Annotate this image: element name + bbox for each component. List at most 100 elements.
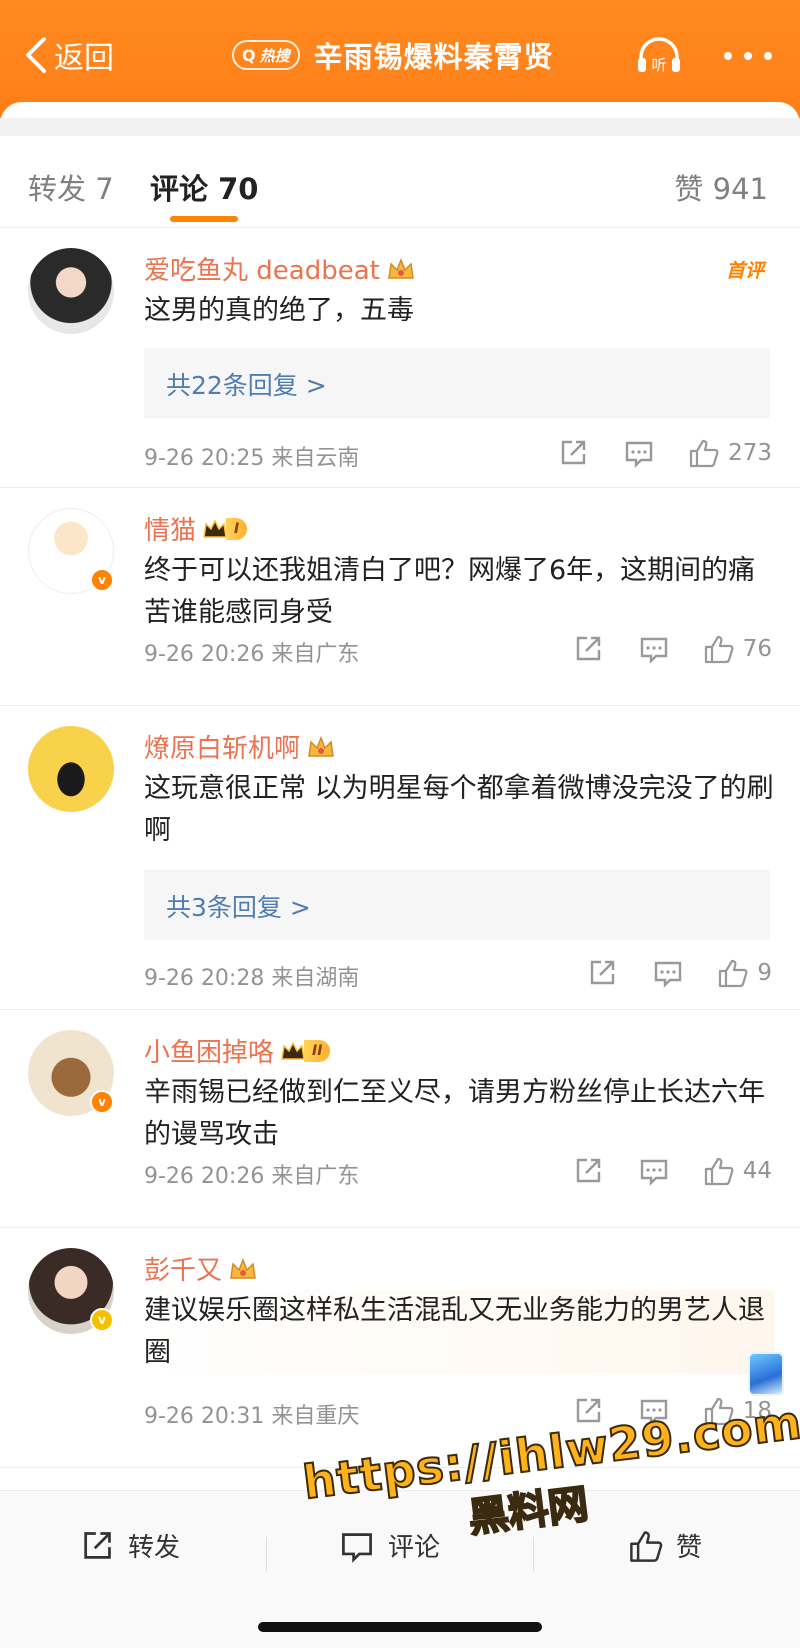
comment-meta: 9-26 20:26 来自广东 (144, 636, 359, 668)
crown-icon (230, 1257, 256, 1279)
crown-icon (203, 518, 227, 538)
comment-meta: 9-26 20:26 来自广东 (144, 1158, 359, 1190)
comment-time: 9-26 20:31 (144, 1404, 265, 1429)
crown-icon (387, 257, 414, 279)
home-indicator[interactable] (258, 1622, 542, 1632)
comment-icon (640, 637, 667, 664)
comment-text: 辛雨锡已经做到仁至义尽，请男方粉丝停止长达六年的谩骂攻击 (144, 1077, 765, 1150)
like-count: 44 (742, 1158, 772, 1184)
comment-item: 燎原白斩机啊 这玩意很正常 以为明星每个都拿着微博没完没了的刷啊 共3条回复 >… (0, 706, 800, 1010)
like-count: 76 (742, 636, 772, 662)
share-button[interactable] (573, 1156, 603, 1186)
username[interactable]: 爱吃鱼丸 deadbeat (144, 250, 416, 287)
comment-item: v 情猫 I 终于可以还我姐清白了吧？网爆了6年，这期间的痛苦谁能感同身受 9-… (0, 488, 800, 706)
avatar[interactable] (28, 726, 114, 812)
comment-time: 9-26 20:28 (144, 966, 265, 991)
like-button[interactable]: 9 (717, 958, 772, 988)
member-level-badge: I (202, 516, 248, 542)
thumbs-up-icon (704, 635, 734, 664)
search-icon: Q (242, 45, 256, 65)
comment-icon (640, 1159, 667, 1186)
like-button[interactable]: 76 (703, 634, 772, 664)
first-comment-tag: 首评 (725, 260, 764, 282)
share-icon (576, 1158, 600, 1183)
member-level-badge: II (280, 1038, 331, 1064)
username[interactable]: 情猫 I (144, 510, 248, 547)
bottom-like-label: 赞 (676, 1533, 703, 1563)
tab-comments[interactable]: 评论 70 (150, 166, 258, 208)
member-level: II (304, 1039, 331, 1062)
comment-item: v 小鱼困掉咯 II 辛雨锡已经做到仁至义尽，请男方粉丝停止长达六年的谩骂攻击 … (0, 1010, 800, 1228)
like-button[interactable]: 44 (703, 1156, 772, 1186)
comment-icon (655, 961, 682, 988)
tab-repost[interactable]: 转发 7 (28, 166, 114, 208)
floating-widget[interactable] (748, 1352, 784, 1396)
replies-box[interactable]: 共22条回复 > (144, 348, 770, 418)
comment-text: 这玩意很正常 以为明星每个都拿着微博没完没了的刷啊 (144, 773, 774, 846)
comment-meta: 9-26 20:25 来自云南 (144, 440, 359, 472)
back-label: 返回 (54, 41, 114, 76)
comment-location: 来自广东 (271, 1164, 360, 1189)
bottom-repost-button[interactable]: 转发 (80, 1527, 180, 1564)
headphones-icon: 听 (638, 37, 680, 74)
replies-box[interactable]: 共3条回复 > (144, 870, 770, 940)
more-dot (764, 52, 772, 60)
comment-meta: 9-26 20:31 来自重庆 (144, 1398, 359, 1430)
username[interactable]: 小鱼困掉咯 II (144, 1032, 331, 1069)
comment-actions: 44 (573, 1154, 772, 1188)
replies-link[interactable]: 共3条回复 > (166, 888, 311, 924)
card-divider (0, 118, 800, 136)
share-icon (591, 960, 615, 985)
reply-button[interactable] (624, 438, 654, 468)
verified-icon: v (90, 1090, 114, 1114)
thumbs-up-icon (689, 439, 719, 468)
comment-location: 来自云南 (271, 446, 360, 471)
title-area: Q 热搜 辛雨锡爆料秦霄贤 (232, 32, 554, 78)
comment-time: 9-26 20:26 (144, 1164, 265, 1189)
username-text: 情猫 (144, 516, 197, 546)
verified-icon: v (90, 1308, 114, 1332)
thumbs-up-icon (630, 1530, 663, 1562)
reply-button[interactable] (639, 634, 669, 664)
avatar[interactable] (28, 248, 114, 334)
like-count: 273 (728, 440, 772, 466)
back-button[interactable]: 返回 (22, 32, 114, 78)
more-button[interactable] (720, 36, 776, 76)
share-icon (84, 1531, 111, 1559)
more-dot (724, 52, 732, 60)
comment-location: 来自广东 (271, 642, 360, 667)
username[interactable]: 燎原白斩机啊 (144, 728, 336, 765)
comment-location: 来自重庆 (271, 1404, 360, 1429)
svg-text:听: 听 (651, 56, 666, 74)
username-text: 爱吃鱼丸 deadbeat (144, 256, 380, 286)
share-button[interactable] (573, 634, 603, 664)
comment-time: 9-26 20:25 (144, 446, 265, 471)
replies-link[interactable]: 共22条回复 > (166, 366, 327, 402)
verified-icon: v (90, 568, 114, 592)
divider (533, 1537, 534, 1571)
hot-search-badge[interactable]: Q 热搜 (232, 40, 300, 70)
back-chevron-icon (26, 37, 46, 73)
comment-actions: 9 (587, 956, 772, 990)
active-tab-indicator (170, 216, 238, 222)
comment-tabs: 转发 7 评论 70 赞 941 (0, 148, 800, 228)
hot-badge-label: 热搜 (259, 46, 290, 65)
reply-button[interactable] (639, 1156, 669, 1186)
share-button[interactable] (558, 438, 588, 468)
reply-button[interactable] (653, 958, 683, 988)
username-text: 小鱼困掉咯 (144, 1038, 275, 1068)
username-text: 燎原白斩机啊 (144, 734, 301, 764)
bottom-like-button[interactable]: 赞 (628, 1527, 702, 1564)
comment-item: 爱吃鱼丸 deadbeat 首评 这男的真的绝了，五毒 共22条回复 > 9-2… (0, 228, 800, 488)
share-button[interactable] (587, 958, 617, 988)
divider (266, 1537, 267, 1571)
comment-text: 终于可以还我姐清白了吧？网爆了6年，这期间的痛苦谁能感同身受 (144, 555, 756, 628)
like-button[interactable]: 273 (688, 438, 772, 468)
listen-button[interactable]: 听 (634, 36, 684, 76)
username[interactable]: 彭千又 (144, 1250, 258, 1287)
like-count: 9 (757, 960, 772, 986)
comment-text: 建议娱乐圈这样私生活混乱又无业务能力的男艺人退圈 (144, 1290, 774, 1374)
tab-likes[interactable]: 赞 941 (674, 166, 768, 208)
comment-meta: 9-26 20:28 来自湖南 (144, 960, 359, 992)
thumbs-up-icon (704, 1157, 734, 1186)
